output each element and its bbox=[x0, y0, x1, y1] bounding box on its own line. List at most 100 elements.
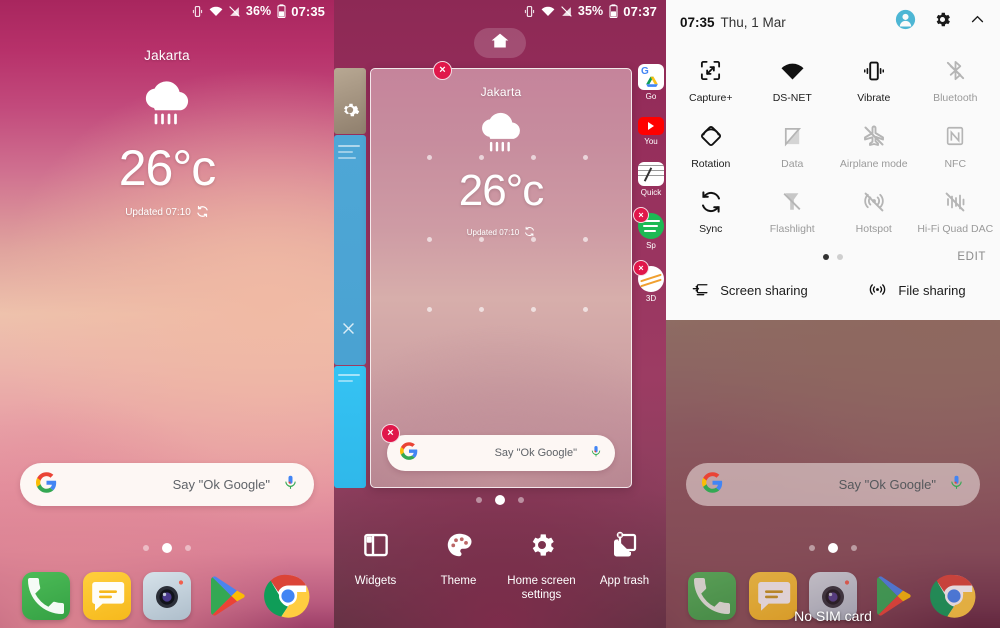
page-dot-active[interactable] bbox=[162, 543, 172, 553]
toolbar-label: Widgets bbox=[354, 575, 397, 587]
google-search-bar[interactable]: Say "Ok Google" bbox=[20, 463, 314, 506]
home-screen-preview-card[interactable]: Jakarta 26°c Updated 07:10 Say "Ok Googl… bbox=[370, 61, 632, 488]
minicard-settings[interactable] bbox=[334, 68, 366, 134]
page-dot[interactable] bbox=[851, 545, 857, 551]
toolbar-item-app-trash[interactable]: App trash bbox=[583, 524, 666, 628]
qs-tile-airplane-mode[interactable]: Airplane mode bbox=[833, 118, 915, 179]
qs-tile-nfc[interactable]: NFC bbox=[915, 118, 997, 179]
qs-tile-flashlight[interactable]: Flashlight bbox=[752, 183, 834, 244]
dock-icon-messages[interactable] bbox=[82, 572, 131, 620]
app-list-item-quickmemo[interactable]: Quick bbox=[636, 162, 666, 197]
gear-icon[interactable] bbox=[933, 10, 952, 34]
qs-tile-rotation[interactable]: Rotation bbox=[670, 118, 752, 179]
app-list-item-spotify[interactable]: × Sp bbox=[633, 207, 666, 250]
qs-tile-bluetooth[interactable]: Bluetooth bbox=[915, 52, 997, 113]
qs-tile-label: Data bbox=[781, 157, 804, 170]
dock-icon-chrome[interactable] bbox=[263, 572, 312, 620]
widgets-icon bbox=[361, 530, 391, 565]
dock-icon-phone[interactable] bbox=[22, 572, 71, 620]
remove-app-badge[interactable]: × bbox=[633, 207, 649, 223]
microphone-icon[interactable] bbox=[949, 472, 964, 497]
page-dot-active[interactable] bbox=[828, 543, 838, 553]
page-dot-active[interactable] bbox=[495, 495, 505, 505]
microphone-icon[interactable] bbox=[283, 472, 298, 497]
qs-tile-sync[interactable]: Sync bbox=[670, 183, 752, 244]
preview-card-content: Jakarta 26°c Updated 07:10 Say "Ok Googl… bbox=[371, 69, 631, 487]
dock bbox=[0, 570, 334, 622]
app-list-right-strip: G Go You Quick × Sp × 3D bbox=[633, 64, 666, 319]
preview-weather-widget[interactable]: Jakarta 26°c Updated 07:10 bbox=[371, 85, 631, 239]
weather-widget[interactable]: Jakarta 26°c Updated 07:10 bbox=[0, 48, 334, 221]
qs-tile-label: Hi-Fi Quad DAC bbox=[917, 223, 994, 236]
quick-settings-share-row: Screen sharing File sharing bbox=[666, 268, 1000, 316]
google-logo-icon bbox=[702, 471, 723, 498]
refresh-icon[interactable] bbox=[524, 226, 535, 239]
battery-icon bbox=[609, 4, 618, 18]
dock-icon-camera[interactable] bbox=[142, 572, 191, 620]
wifi-icon bbox=[541, 5, 555, 17]
app-list-label: You bbox=[644, 137, 658, 146]
quick-settings-header: 07:35 Thu, 1 Mar bbox=[666, 0, 1000, 44]
minicard-app-cyan[interactable] bbox=[334, 366, 366, 488]
home-button[interactable] bbox=[474, 28, 526, 58]
qs-tile-label: Sync bbox=[699, 223, 723, 236]
palette-icon bbox=[444, 530, 474, 565]
qs-tile-capture-plus[interactable]: Capture+ bbox=[670, 52, 752, 113]
page-dot[interactable] bbox=[143, 545, 149, 551]
app-list-item-youtube[interactable]: You bbox=[636, 117, 666, 146]
remove-widget-badge[interactable]: × bbox=[433, 61, 452, 80]
status-bar: 36% 07:35 bbox=[0, 0, 334, 22]
screen-sharing-button[interactable]: Screen sharing bbox=[666, 280, 833, 302]
app-list-label: Go bbox=[645, 92, 657, 101]
battery-icon bbox=[277, 4, 286, 18]
preview-google-search-bar[interactable]: Say "Ok Google" bbox=[387, 435, 615, 471]
page-dot[interactable] bbox=[476, 497, 482, 503]
qs-tile-hifi-quad-dac[interactable]: Hi-Fi Quad DAC bbox=[915, 183, 997, 244]
quick-settings-footer-row: EDIT bbox=[666, 244, 1000, 268]
qs-tile-label: NFC bbox=[944, 157, 967, 170]
app-list-item-3d[interactable]: × 3D bbox=[633, 260, 666, 303]
file-sharing-button[interactable]: File sharing bbox=[833, 280, 1000, 302]
data-off-icon bbox=[781, 124, 804, 149]
hifi-dac-off-icon bbox=[943, 189, 967, 214]
grid-dot bbox=[583, 307, 588, 312]
qs-tile-hotspot[interactable]: Hotspot bbox=[833, 183, 915, 244]
dimmed-page-indicator bbox=[666, 543, 1000, 553]
dock-icon-play-store[interactable] bbox=[203, 572, 251, 620]
vibrate-icon bbox=[523, 5, 536, 18]
qs-page-dot[interactable] bbox=[837, 253, 843, 260]
close-icon[interactable] bbox=[340, 320, 357, 342]
toolbar-item-home-screen-settings[interactable]: Home screen settings bbox=[500, 524, 583, 628]
qs-tile-wifi[interactable]: DS-NET bbox=[752, 52, 834, 113]
toolbar-item-theme[interactable]: Theme bbox=[417, 524, 500, 628]
page-dot[interactable] bbox=[809, 545, 815, 551]
toolbar-label: App trash bbox=[599, 575, 650, 587]
qs-page-dot-active[interactable] bbox=[823, 253, 829, 260]
wifi-icon bbox=[780, 58, 805, 83]
microphone-icon[interactable] bbox=[590, 443, 602, 464]
app-list-item-google[interactable]: G Go bbox=[636, 64, 666, 101]
screenshot-stage: 36% 07:35 Jakarta 26°c Updated 07:10 Say… bbox=[0, 0, 1000, 628]
google-logo-icon bbox=[400, 441, 418, 465]
preview-weather-city: Jakarta bbox=[480, 85, 522, 99]
toolbar-item-widgets[interactable]: Widgets bbox=[334, 524, 417, 628]
grid-dot bbox=[531, 307, 536, 312]
status-clock: 07:35 bbox=[291, 3, 325, 19]
status-bar-edit: 35% 07:37 bbox=[334, 0, 666, 22]
remove-app-badge[interactable]: × bbox=[633, 260, 649, 276]
dimmed-google-search-bar[interactable]: Say "Ok Google" bbox=[686, 463, 980, 506]
qs-tile-label: Hotspot bbox=[855, 223, 892, 236]
toolbar-label: Home screen settings bbox=[507, 575, 576, 602]
user-avatar-icon[interactable] bbox=[895, 9, 916, 35]
chevron-up-icon[interactable] bbox=[969, 11, 986, 33]
refresh-icon[interactable] bbox=[196, 205, 209, 221]
qs-tile-data[interactable]: Data bbox=[752, 118, 834, 179]
qs-tile-vibrate[interactable]: Vibrate bbox=[833, 52, 915, 113]
remove-searchbar-badge[interactable]: × bbox=[381, 424, 400, 443]
minicard-app-blue[interactable] bbox=[334, 135, 366, 365]
panel-home-screen: 36% 07:35 Jakarta 26°c Updated 07:10 Say… bbox=[0, 0, 334, 628]
page-dot[interactable] bbox=[185, 545, 191, 551]
page-dot[interactable] bbox=[518, 497, 524, 503]
app-trash-icon bbox=[610, 530, 640, 565]
qs-page-indicator bbox=[666, 253, 1000, 260]
